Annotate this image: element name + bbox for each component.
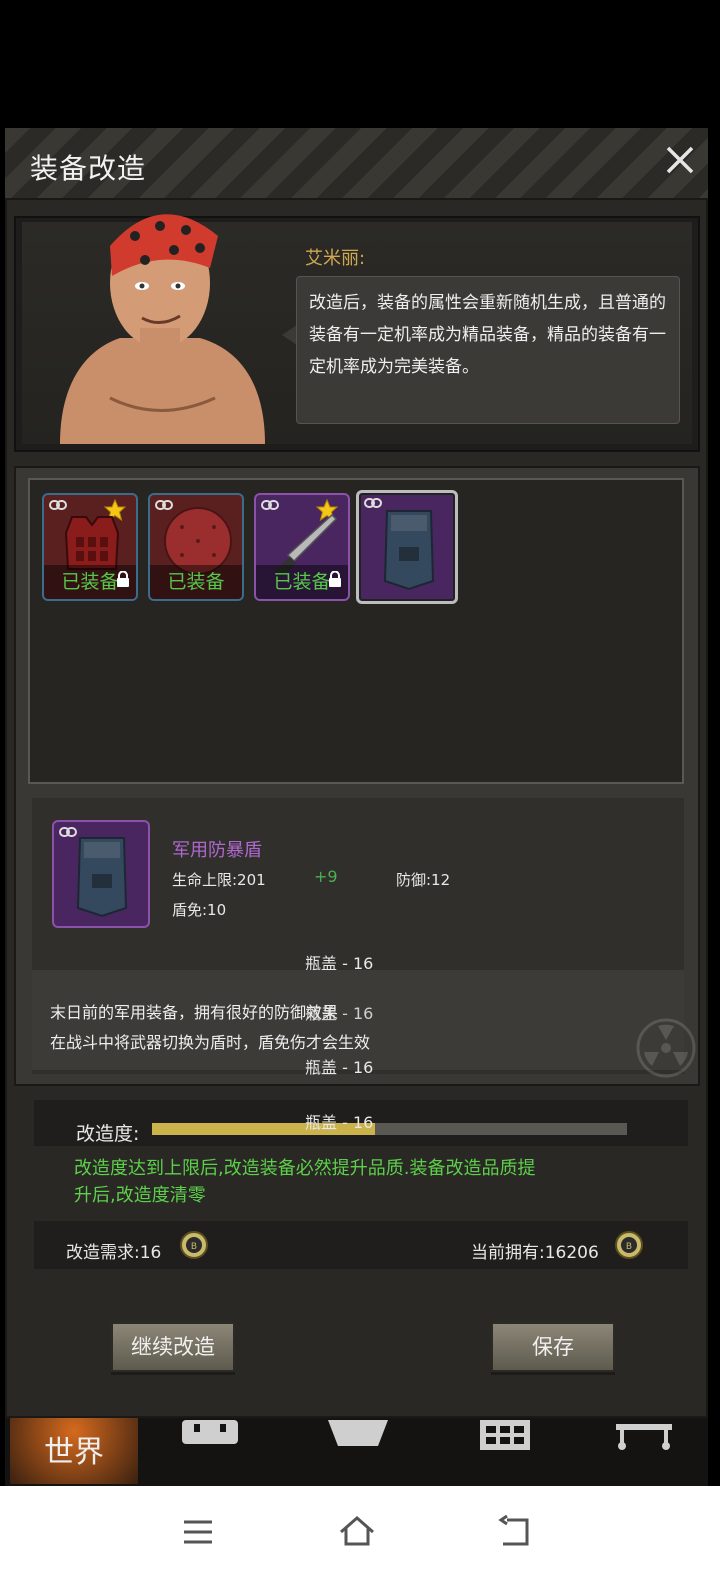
detail-item-thumbnail bbox=[52, 820, 150, 928]
stat-hp-bonus: +9 bbox=[314, 867, 338, 886]
npc-name: 艾米丽: bbox=[305, 248, 366, 269]
link-icon bbox=[364, 498, 382, 508]
owned-amount: 当前拥有:16206 bbox=[471, 1243, 599, 1263]
stat-hp: 生命上限:201 bbox=[172, 871, 266, 889]
bottle-cap-icon: B bbox=[615, 1231, 643, 1259]
modify-note-line1: 改造度达到上限后,改造装备必然提升品质.装备改造品质提 bbox=[74, 1158, 536, 1179]
backpack-icon[interactable] bbox=[176, 1420, 246, 1468]
shop-icon[interactable] bbox=[470, 1420, 540, 1468]
riot-shield-icon bbox=[383, 510, 435, 591]
npc-portrait bbox=[60, 214, 265, 444]
npc-speech: 改造后，装备的属性会重新随机生成，且普通的装备有一定机率成为精品装备，精品的装备… bbox=[296, 276, 680, 424]
bottle-cap-text: 瓶盖 - 16 bbox=[305, 1113, 374, 1132]
speech-tail bbox=[282, 325, 297, 345]
svg-text:B: B bbox=[191, 1242, 197, 1252]
item-description-line1: 末日前的军用装备，拥有很好的防御效果 bbox=[50, 1003, 339, 1022]
menu-icon[interactable] bbox=[178, 1512, 218, 1552]
save-button[interactable]: 保存 bbox=[491, 1322, 615, 1372]
progress-label: 改造度: bbox=[76, 1123, 140, 1145]
bottle-cap-text: 瓶盖 - 16 bbox=[305, 1004, 374, 1023]
equipped-label: 已装备 bbox=[150, 565, 242, 599]
equipment-slot[interactable]: 已装备 bbox=[42, 493, 138, 601]
workbench-icon[interactable] bbox=[612, 1420, 682, 1468]
item-name: 军用防暴盾 bbox=[172, 840, 262, 861]
bottle-cap-icon: B bbox=[180, 1231, 208, 1259]
radiation-icon bbox=[636, 1018, 696, 1078]
continue-modify-button[interactable]: 继续改造 bbox=[111, 1322, 235, 1372]
dialog-title: 装备改造 bbox=[30, 152, 147, 185]
equipment-slot[interactable]: 已装备 bbox=[148, 493, 244, 601]
back-icon[interactable] bbox=[495, 1512, 535, 1552]
link-icon bbox=[49, 500, 67, 510]
armor-vest-icon bbox=[64, 516, 120, 570]
svg-text:B: B bbox=[626, 1242, 632, 1252]
modify-requirement: 改造需求:16 bbox=[66, 1243, 162, 1263]
lock-icon bbox=[329, 571, 341, 587]
equipment-slot-selected[interactable] bbox=[356, 490, 458, 604]
close-icon[interactable] bbox=[663, 143, 697, 177]
character-icon[interactable] bbox=[324, 1420, 394, 1468]
home-icon[interactable] bbox=[337, 1512, 377, 1552]
equipment-slot[interactable]: 已装备 bbox=[254, 493, 350, 601]
lock-icon bbox=[117, 571, 129, 587]
stat-shield: 盾免:10 bbox=[172, 901, 227, 919]
stat-defense: 防御:12 bbox=[396, 871, 451, 889]
item-description-line2: 在战斗中将武器切换为盾时，盾免伤才会生效 bbox=[50, 1033, 371, 1052]
modify-note-line2: 升后,改造度清零 bbox=[74, 1185, 206, 1206]
nav-world-tab[interactable]: 世界 bbox=[10, 1418, 138, 1484]
riot-shield-icon bbox=[76, 837, 128, 918]
bottle-cap-text: 瓶盖 - 16 bbox=[305, 1058, 374, 1077]
